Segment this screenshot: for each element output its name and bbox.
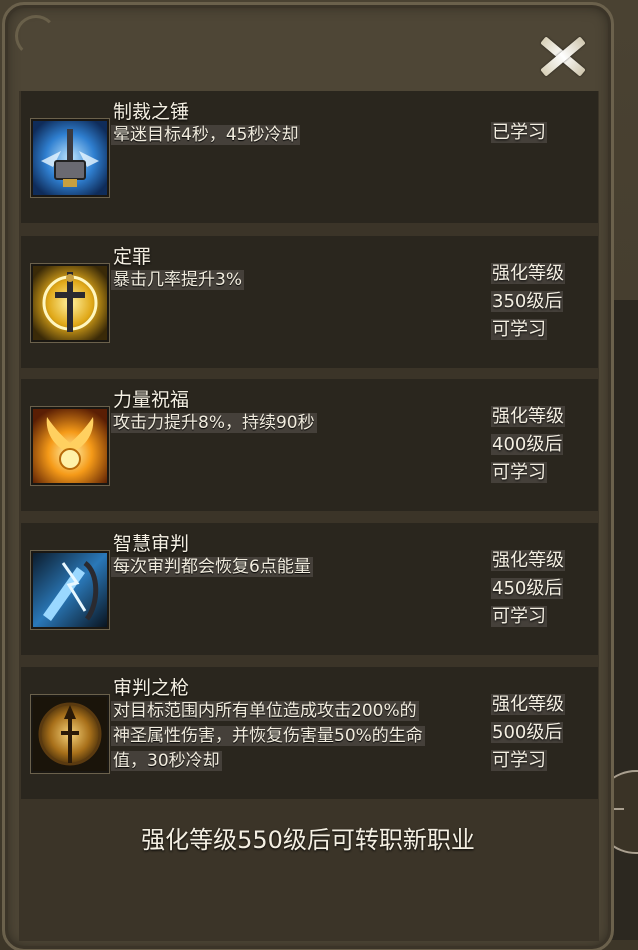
skill-status-line: 400级后 xyxy=(491,434,564,455)
skill-name: 制裁之锤 xyxy=(113,101,190,123)
skill-description: 每次审判都会恢复6点能量 xyxy=(111,555,479,580)
skill-status-line: 可学习 xyxy=(491,462,547,483)
skill-status-line: 可学习 xyxy=(491,606,547,627)
skill-status-line: 强化等级 xyxy=(491,406,565,427)
skill-description: 晕迷目标4秒，45秒冷却 xyxy=(111,123,479,148)
skill-description-line: 暴击几率提升3% xyxy=(111,270,244,290)
skill-row-1[interactable]: 制裁之锤 晕迷目标4秒，45秒冷却 已学习 xyxy=(21,91,598,223)
skill-name: 智慧审判 xyxy=(113,533,190,555)
spear-shield-icon xyxy=(31,695,109,773)
corner-ornament-icon xyxy=(15,15,57,57)
skill-row-3[interactable]: 力量祝福 攻击力提升8%，持续90秒 强化等级 400级后 可学习 xyxy=(21,379,598,511)
close-button[interactable] xyxy=(533,27,591,85)
skill-status: 强化等级 500级后 可学习 xyxy=(491,691,591,775)
skill-row-4[interactable]: 智慧审判 每次审判都会恢复6点能量 强化等级 450级后 可学习 xyxy=(21,523,598,655)
skill-status: 强化等级 400级后 可学习 xyxy=(491,403,591,487)
skill-status: 强化等级 450级后 可学习 xyxy=(491,547,591,631)
job-advance-requirement: 强化等级550级后可转职新职业 xyxy=(141,826,475,854)
skill-description-line: 值，30秒冷却 xyxy=(111,751,222,771)
lightning-blade-icon xyxy=(31,551,109,629)
skill-status-line: 强化等级 xyxy=(491,550,565,571)
skill-status-line: 500级后 xyxy=(491,722,564,743)
skill-description-line: 每次审判都会恢复6点能量 xyxy=(111,557,313,577)
skill-status-line: 350级后 xyxy=(491,291,564,312)
skill-description: 对目标范围内所有单位造成攻击200%的 神圣属性伤害，并恢复伤害量50%的生命 … xyxy=(111,699,479,774)
skill-description-line: 攻击力提升8%，持续90秒 xyxy=(111,413,317,433)
skill-name: 审判之枪 xyxy=(113,677,190,699)
skill-status-line: 可学习 xyxy=(491,750,547,771)
skill-description: 攻击力提升8%，持续90秒 xyxy=(111,411,479,436)
skill-status-line: 已学习 xyxy=(491,122,547,143)
skill-description: 暴击几率提升3% xyxy=(111,268,479,293)
skill-description-line: 晕迷目标4秒，45秒冷却 xyxy=(111,125,301,145)
skill-status: 已学习 xyxy=(491,119,591,147)
skill-status-line: 强化等级 xyxy=(491,694,565,715)
skill-status-line: 可学习 xyxy=(491,319,547,340)
game-screen: 制裁之锤 晕迷目标4秒，45秒冷却 已学习 定罪 暴击几率提升3% 强化等级 3… xyxy=(0,0,638,950)
skill-name: 力量祝福 xyxy=(113,389,190,411)
hammer-icon xyxy=(31,119,109,197)
skill-panel: 制裁之锤 晕迷目标4秒，45秒冷却 已学习 定罪 暴击几率提升3% 强化等级 3… xyxy=(2,2,614,950)
skill-row-5[interactable]: 审判之枪 对目标范围内所有单位造成攻击200%的 神圣属性伤害，并恢复伤害量50… xyxy=(21,667,598,799)
skill-row-2[interactable]: 定罪 暴击几率提升3% 强化等级 350级后 可学习 xyxy=(21,236,598,368)
skill-description-line: 对目标范围内所有单位造成攻击200%的 xyxy=(111,701,419,721)
skill-description-line: 神圣属性伤害，并恢复伤害量50%的生命 xyxy=(111,726,425,746)
sword-icon xyxy=(31,264,109,342)
skill-status-line: 450级后 xyxy=(491,578,564,599)
skill-name: 定罪 xyxy=(113,246,152,268)
skill-status: 强化等级 350级后 可学习 xyxy=(491,260,591,344)
skill-status-line: 强化等级 xyxy=(491,263,565,284)
winged-orb-icon xyxy=(31,407,109,485)
